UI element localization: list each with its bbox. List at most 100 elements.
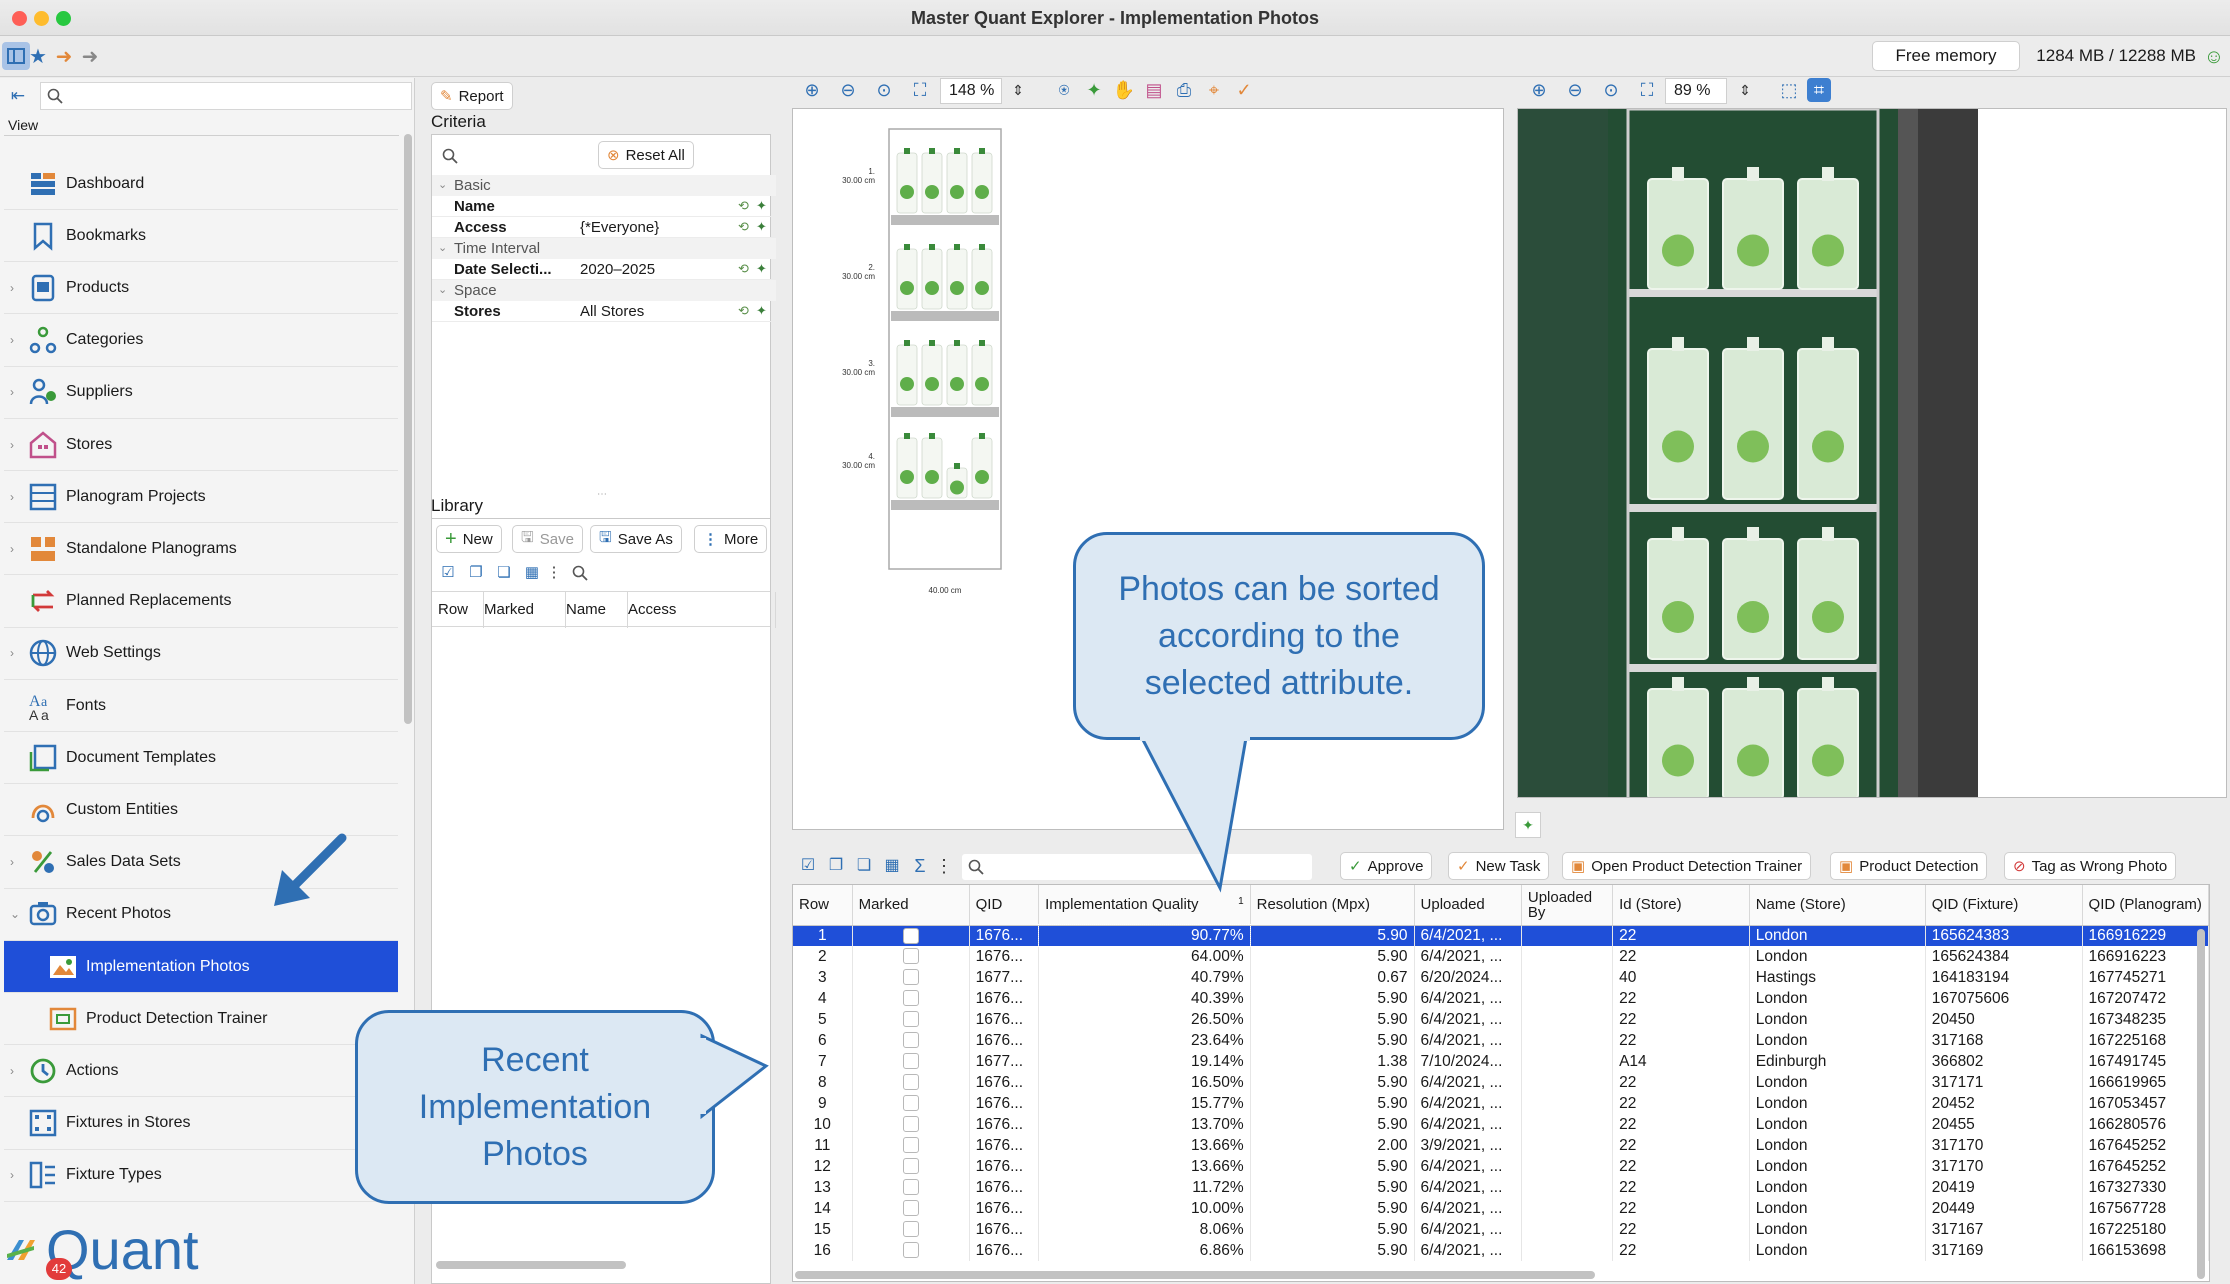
criteria-value[interactable]: {*Everyone} [580,217,659,238]
planogram-product[interactable] [946,344,968,406]
check-all-icon[interactable]: ☑ [436,561,460,585]
planogram-product[interactable] [946,248,968,310]
library-column-header[interactable]: Name [566,592,628,628]
table-cell[interactable] [852,1072,970,1093]
back-arrow-icon[interactable]: ➜ [50,42,78,70]
library-column-header[interactable]: Row [438,592,484,628]
table-horizontal-scrollbar[interactable] [795,1271,1595,1279]
marked-checkbox[interactable] [902,1221,919,1238]
planogram-zoom-field[interactable]: 148 % [940,78,1002,104]
fullscreen-icon[interactable]: ⛶ [908,78,932,102]
marked-checkbox[interactable] [902,948,919,965]
approve-check-icon[interactable]: ✓ [1232,78,1256,102]
chevron-right-icon[interactable]: › [10,1168,14,1182]
photo-zoom-fit-icon[interactable]: ⊙ [1599,78,1623,102]
sidebar-item-document-templates[interactable]: Document Templates [4,732,398,785]
favorites-star-icon[interactable]: ★ [24,42,52,70]
hand-tool-icon[interactable]: ✋ [1112,78,1136,102]
sidebar-item-standalone-planograms[interactable]: › Standalone Planograms [4,523,398,576]
column-header[interactable]: Marked [852,885,970,926]
column-header[interactable]: QID (Planogram) [2082,885,2209,926]
table-row[interactable]: 10 1676... 13.70% 5.90 6/4/2021, ... 22 London… [793,1114,2209,1135]
table-row[interactable]: 15 1676... 8.06% 5.90 6/4/2021, ... 22 London 3… [793,1219,2209,1240]
table-cell[interactable] [852,1009,970,1030]
sidebar-item-categories[interactable]: › Categories [4,315,398,367]
chevron-right-icon[interactable]: › [10,646,14,660]
sum-icon[interactable]: Σ [908,854,932,878]
paste-rows-icon[interactable]: ❏ [852,854,876,878]
planogram-product[interactable] [896,437,918,499]
sidebar-item-dashboard[interactable]: Dashboard [4,158,398,210]
library-new-button[interactable]: + New [436,525,502,553]
criteria-row[interactable]: Date Selecti... 2020–2025 ⟲ ✦ [432,259,776,280]
pin-criterion-icon[interactable]: ✦ [756,199,770,213]
column-header[interactable]: Uploaded [1414,885,1522,926]
minimize-window-button[interactable] [34,11,49,26]
copy-icon[interactable]: ❐ [464,561,488,585]
sidebar-item-web-settings[interactable]: › Web Settings [4,628,398,680]
table-cell[interactable] [852,946,970,967]
check-all-rows-icon[interactable]: ☑ [796,854,820,878]
table-row[interactable]: 13 1676... 11.72% 5.90 6/4/2021, ... 22 London… [793,1177,2209,1198]
column-header[interactable]: Id (Store) [1612,885,1750,926]
criteria-group[interactable]: ⌄ Basic [432,175,776,196]
sidebar-scrollbar[interactable] [404,134,412,724]
sidebar-item-bookmarks[interactable]: Bookmarks [4,210,398,263]
library-column-header[interactable]: Marked [484,592,566,628]
column-header[interactable]: Name (Store) [1749,885,1926,926]
photo-fullscreen-icon[interactable]: ⛶ [1635,78,1659,102]
reset-criterion-icon[interactable]: ⟲ [738,220,752,234]
table-cell[interactable] [852,967,970,988]
table-vertical-scrollbar[interactable] [2197,929,2205,1279]
chevron-down-icon[interactable]: ⌄ [10,907,20,921]
sidebar-item-fixtures-in-stores[interactable]: Fixtures in Stores [4,1098,398,1150]
approve-button[interactable]: ✓ Approve [1340,852,1433,880]
library-save-button[interactable]: 🖫 Save [512,525,583,553]
chevron-right-icon[interactable]: › [10,438,14,452]
table-cell[interactable] [852,1135,970,1156]
marked-checkbox[interactable] [902,1179,919,1196]
library-column-header[interactable]: Access [628,592,776,628]
planogram-product[interactable] [921,437,943,499]
chevron-right-icon[interactable]: › [10,542,14,556]
planogram-product[interactable] [971,152,993,214]
table-row[interactable]: 5 1676... 26.50% 5.90 6/4/2021, ... 22 London 2… [793,1009,2209,1030]
table-cell[interactable] [852,1177,970,1198]
table-cell[interactable] [852,1156,970,1177]
select-region-icon[interactable]: ⬚ [1777,78,1801,102]
marked-checkbox[interactable] [902,927,919,944]
criteria-row[interactable]: Stores All Stores ⟲ ✦ [432,301,776,322]
marked-checkbox[interactable] [902,1053,919,1070]
table-row[interactable]: 4 1676... 40.39% 5.90 6/4/2021, ... 22 London 1… [793,988,2209,1009]
table-settings-icon[interactable]: ▦ [520,561,544,585]
photo-zoom-stepper-icon[interactable]: ⇕ [1733,78,1757,102]
zoom-in-icon[interactable]: ⊕ [800,78,824,102]
column-header[interactable]: Uploaded By [1521,885,1614,926]
table-cell[interactable] [852,1093,970,1114]
sidebar-search-input[interactable] [40,82,412,110]
table-cell[interactable] [852,1198,970,1219]
copy-rows-icon[interactable]: ❐ [824,854,848,878]
marked-checkbox[interactable] [902,1242,919,1259]
sidebar-item-implementation-photos[interactable]: Implementation Photos [4,941,398,993]
tag-icon[interactable]: ⌖ [1202,78,1226,102]
sidebar-item-fixture-types[interactable]: › Fixture Types [4,1150,398,1202]
library-more-button[interactable]: ⋮ More [694,525,768,553]
columns-settings-icon[interactable]: ▦ [880,854,904,878]
report-button[interactable]: ✎ Report [431,82,513,110]
chevron-right-icon[interactable]: › [10,855,14,869]
chevron-down-icon[interactable]: ⌄ [438,175,447,196]
table-cell[interactable] [852,1114,970,1135]
marked-checkbox[interactable] [902,990,919,1007]
criteria-row[interactable]: Name ⟲ ✦ [432,196,776,217]
chevron-right-icon[interactable]: › [10,385,14,399]
table-row[interactable]: 2 1676... 64.00% 5.90 6/4/2021, ... 22 London 1… [793,946,2209,967]
planogram-product[interactable] [921,152,943,214]
marked-checkbox[interactable] [902,1158,919,1175]
planogram-product[interactable] [921,344,943,406]
product-detection-button[interactable]: ▣ Product Detection [1830,852,1988,880]
implementation-photo[interactable] [1517,108,2227,798]
close-window-button[interactable] [12,11,27,26]
planogram-product[interactable] [971,344,993,406]
table-row[interactable]: 8 1676... 16.50% 5.90 6/4/2021, ... 22 London 3… [793,1072,2209,1093]
